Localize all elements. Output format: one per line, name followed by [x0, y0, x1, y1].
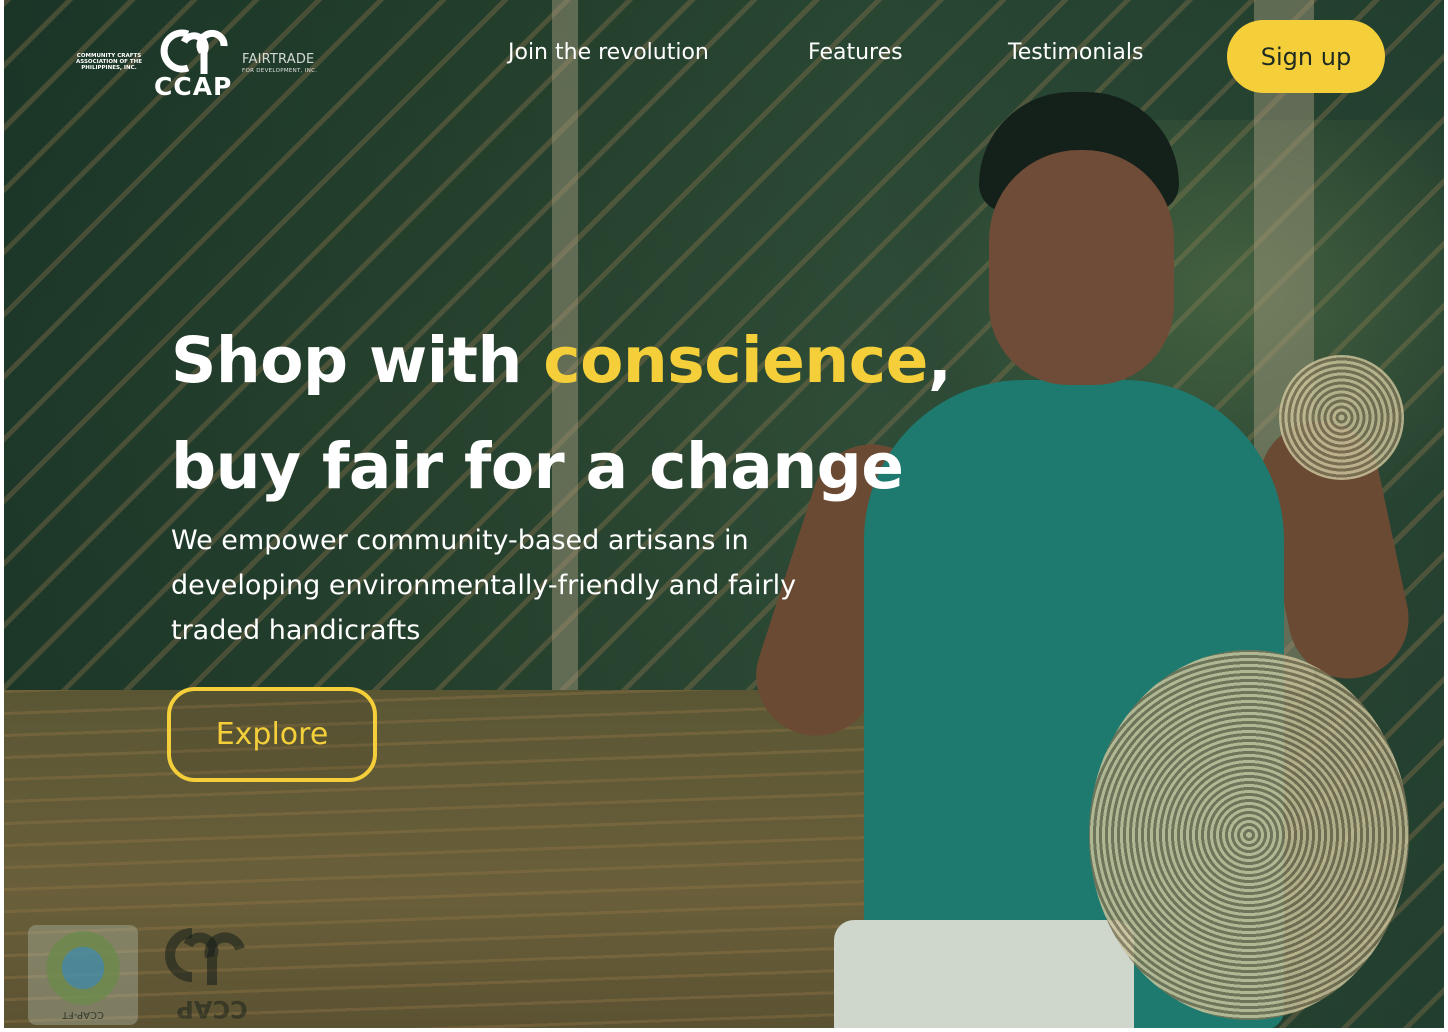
woven-coaster-image — [1279, 355, 1404, 480]
explore-button[interactable]: Explore — [167, 687, 377, 782]
artisan-skirt — [834, 920, 1134, 1028]
svg-text:CCAP: CCAP — [176, 995, 247, 1023]
wfto-globe-icon — [46, 931, 120, 1005]
headline-text: Shop with — [171, 324, 544, 397]
ccap-mark-icon — [160, 29, 228, 74]
wfto-code: CCAP-FT — [62, 1009, 104, 1020]
headline-accent: conscience — [543, 324, 928, 397]
headline-comma: , — [927, 324, 952, 397]
logo-org-line: COMMUNITY CRAFTS ASSOCIATION OF THE PHIL… — [76, 53, 142, 71]
hero-headline: Shop with conscience, buy fair for a cha… — [171, 308, 952, 520]
logo-fairtrade: FAIRTRADE — [242, 52, 315, 67]
nav-features[interactable]: Features — [808, 40, 903, 65]
logo-fairtrade-sub: FOR DEVELOPMENT, INC. — [242, 68, 318, 74]
hero-subtext: We empower community-based artisans in d… — [171, 525, 797, 646]
ccap-watermark-icon: CCAP — [165, 928, 248, 1023]
nav-testimonials[interactable]: Testimonials — [1008, 40, 1143, 65]
nav-join-revolution[interactable]: Join the revolution — [508, 40, 709, 65]
artisan-face — [989, 150, 1174, 385]
woven-bag-image — [1089, 650, 1409, 1020]
ccap-logo[interactable]: COMMUNITY CRAFTS ASSOCIATION OF THE PHIL… — [68, 22, 333, 106]
signup-button[interactable]: Sign up — [1227, 20, 1385, 93]
wfto-badge: CCAP-FT — [28, 925, 138, 1025]
logo-wordmark: CCAP — [154, 72, 233, 101]
headline-line2: buy fair for a change — [171, 430, 904, 503]
